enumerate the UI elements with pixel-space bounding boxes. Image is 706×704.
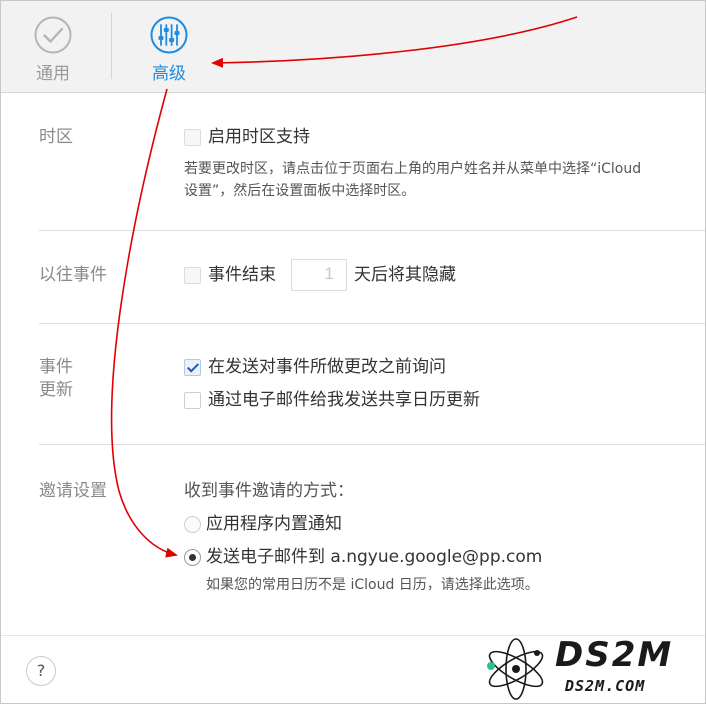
watermark-logo-text: DS2M [555,635,674,675]
timezone-support-label: 启用时区支持 [208,127,310,147]
tab-general-label: 通用 [36,64,70,84]
toolbar: 通用 高级 [1,1,705,93]
checkmark-circle-icon [34,16,72,54]
hide-past-events-suffix: 天后将其隐藏 [354,265,456,285]
watermark-url: DS2M.COM [565,677,646,695]
timezone-help-line1: 若要更改时区，请点击位于页面右上角的用户姓名并从菜单中选择“iCloud [184,161,642,177]
divider [39,444,705,445]
email-invitation-radio[interactable] [184,549,201,566]
email-invitation-help: 如果您的常用日历不是 iCloud 日历，请选择此选项。 [206,577,539,593]
help-button[interactable]: ? [26,656,56,686]
divider [39,323,705,324]
ask-before-sending-label: 在发送对事件所做更改之前询问 [208,357,446,377]
invitations-heading: 收到事件邀请的方式： [184,481,354,501]
hide-past-events-label: 事件结束 [208,265,276,285]
in-app-notification-label: 应用程序内置通知 [206,514,342,534]
tab-divider [111,13,112,79]
tab-general[interactable]: 通用 [13,15,93,84]
in-app-notification-radio[interactable] [184,516,201,533]
past-events-section-label: 以往事件 [39,265,107,285]
annotation-arrow-to-email-option [110,88,178,558]
sliders-icon [150,16,188,54]
days-input[interactable]: 1 [291,259,347,291]
annotation-arrows [110,16,578,558]
divider [39,230,705,231]
email-invitation-label: 发送电子邮件到 a.ngyue.google@pp.com [206,547,543,567]
timezone-help-line2: 设置”，然后在设置面板中选择时区。 [184,183,416,199]
email-shared-updates-checkbox[interactable] [184,392,201,409]
invitations-section-label: 邀请设置 [39,481,107,501]
tab-advanced-label: 高级 [152,64,186,84]
tab-advanced[interactable]: 高级 [129,15,209,84]
ask-before-sending-checkbox[interactable] [184,359,201,376]
timezone-section-label: 时区 [39,127,73,147]
atom-logo-icon [487,638,544,700]
hide-past-events-checkbox[interactable] [184,267,201,284]
email-shared-updates-label: 通过电子邮件给我发送共享日历更新 [208,390,480,410]
event-updates-label-line2: 更新 [39,380,73,400]
timezone-support-checkbox[interactable] [184,129,201,146]
watermark: DS2M DS2M.COM [479,633,705,703]
event-updates-label-line1: 事件 [39,357,73,377]
